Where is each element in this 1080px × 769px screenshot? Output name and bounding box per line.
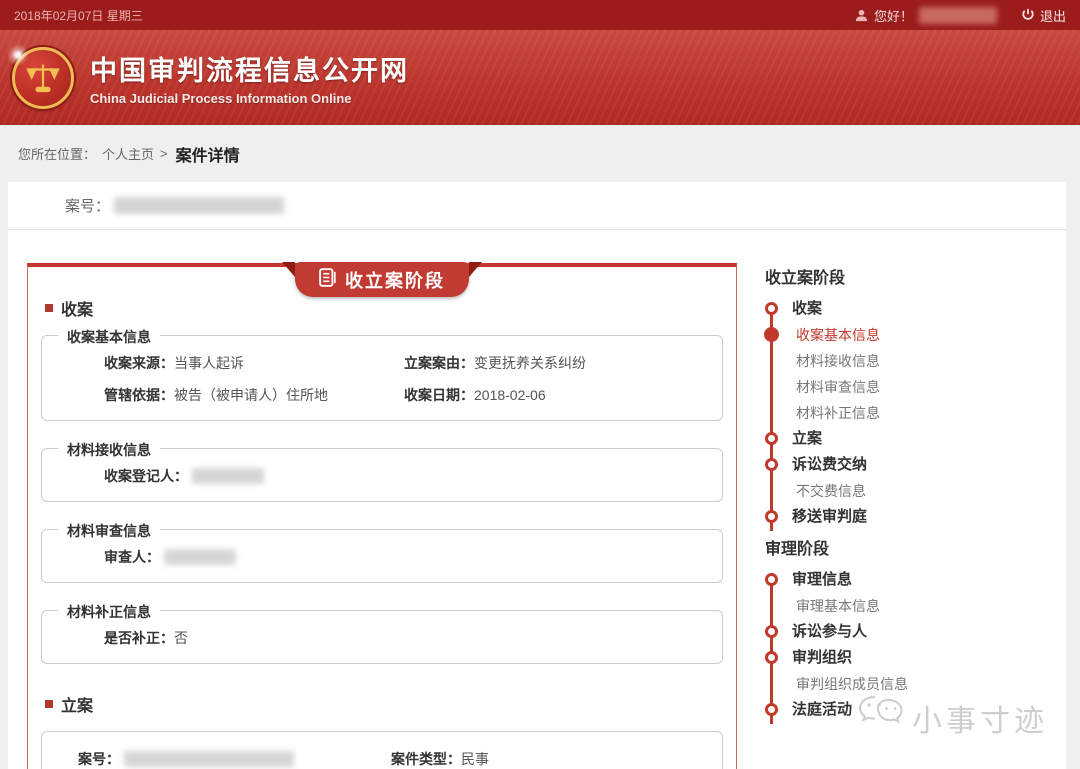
top-bar-user-area: 您好！ 退出	[855, 6, 1066, 25]
power-icon	[1021, 8, 1035, 22]
field-correction-needed: 是否补正： 否	[104, 628, 404, 648]
fieldset-filing-info: 案号： 案件类型： 民事 审判程序： 一审 立案部门： 立案庭	[41, 731, 723, 769]
timeline-item-material-review[interactable]: 材料审查信息	[765, 379, 908, 395]
timeline-item-shouan[interactable]: 收案	[765, 301, 908, 317]
fieldset-case-basic-info: 收案基本信息 收案来源： 当事人起诉 立案案由： 变更抚养关系纠纷 管辖依据： …	[41, 335, 723, 421]
user-icon	[855, 9, 868, 22]
field-jurisdiction-basis: 管辖依据： 被告（被申请人）住所地	[104, 385, 404, 405]
section-title-shouan: 收案	[45, 296, 723, 320]
current-date: 2018年02月07日 星期三	[14, 7, 143, 24]
timeline-item-material-receive[interactable]: 材料接收信息	[765, 353, 908, 369]
timeline-item-material-correction[interactable]: 材料补正信息	[765, 405, 908, 421]
phase-header-shoulian: 收立案阶段	[765, 264, 908, 288]
fieldset-legend: 收案基本信息	[58, 327, 160, 347]
timeline-item-trial-organization[interactable]: 审判组织	[765, 650, 908, 666]
watermark: 小事寸迹	[858, 695, 1048, 741]
phase-header-shenli: 审理阶段	[765, 535, 908, 559]
stage-ribbon: 收立案阶段	[295, 262, 469, 297]
field-receive-date: 收案日期： 2018-02-06	[404, 385, 704, 405]
timeline-item-participants[interactable]: 诉讼参与人	[765, 624, 908, 640]
breadcrumb-home-link[interactable]: 个人主页	[102, 144, 154, 163]
case-number-label: 案号：	[65, 195, 110, 216]
logout-button[interactable]: 退出	[1021, 6, 1066, 25]
logout-label: 退出	[1040, 6, 1066, 25]
timeline-item-trial-basic-info[interactable]: 审理基本信息	[765, 598, 908, 614]
breadcrumb-current: 案件详情	[176, 142, 240, 166]
fieldset-legend: 材料审查信息	[58, 521, 160, 541]
field-case-source: 收案来源： 当事人起诉	[104, 353, 404, 373]
breadcrumb: 您所在位置： 个人主页 > 案件详情	[0, 125, 1080, 182]
watermark-text: 小事寸迹	[912, 696, 1048, 740]
registrar-redacted	[192, 468, 264, 484]
site-header: 中国审判流程信息公开网 China Judicial Process Infor…	[0, 30, 1080, 125]
site-subtitle: China Judicial Process Information Onlin…	[90, 91, 409, 106]
wechat-icon	[858, 695, 904, 741]
field-case-type: 案件类型： 民事	[391, 749, 704, 769]
fieldset-material-receive-info: 材料接收信息 收案登记人：	[41, 448, 723, 502]
site-title: 中国审判流程信息公开网	[90, 49, 409, 88]
field-reviewer: 审查人：	[104, 547, 404, 567]
fieldset-material-review-info: 材料审查信息 审查人：	[41, 529, 723, 583]
section-title-lian: 立案	[45, 692, 723, 716]
top-bar: 2018年02月07日 星期三 您好！ 退出	[0, 0, 1080, 30]
red-square-bullet	[45, 304, 53, 312]
field-filing-cause: 立案案由： 变更抚养关系纠纷	[404, 353, 704, 373]
fieldset-material-correction-info: 材料补正信息 是否补正： 否	[41, 610, 723, 664]
timeline-group-filing: 收案 收案基本信息 材料接收信息 材料审查信息 材料补正信息 立案 诉讼费交纳 …	[765, 301, 908, 525]
case-number-redacted	[114, 197, 284, 214]
greeting-link[interactable]: 您好！	[874, 6, 913, 25]
document-icon	[319, 268, 336, 292]
court-emblem-logo[interactable]	[12, 47, 74, 109]
breadcrumb-separator: >	[160, 146, 168, 161]
field-registrar: 收案登记人：	[104, 466, 404, 486]
case-detail-card: 案号： 收立案阶段 收案	[8, 182, 1066, 769]
breadcrumb-prefix: 您所在位置：	[18, 144, 96, 163]
reviewer-redacted	[164, 549, 236, 565]
stage-ribbon-label: 收立案阶段	[345, 267, 445, 293]
case-number-bar: 案号：	[8, 182, 1066, 230]
timeline-item-no-fee-info[interactable]: 不交费信息	[765, 483, 908, 499]
username-redacted	[919, 7, 997, 24]
timeline-item-trial-org-members[interactable]: 审判组织成员信息	[765, 676, 908, 692]
timeline-item-transfer-court[interactable]: 移送审判庭	[765, 509, 908, 525]
red-square-bullet	[45, 700, 53, 708]
fieldset-legend: 材料补正信息	[58, 602, 160, 622]
stage-timeline-sidebar: 收立案阶段 收案 收案基本信息 材料接收信息 材料审查信息 材料补正信息 立案 …	[765, 263, 908, 769]
stage-detail-panel: 收立案阶段 收案 收案基本信息 收案来源： 当事人起诉 立案案由： 变更抚养关系…	[27, 263, 737, 769]
fieldset-legend: 材料接收信息	[58, 440, 160, 460]
filing-case-number-redacted	[124, 751, 294, 767]
timeline-item-litigation-fee[interactable]: 诉讼费交纳	[765, 457, 908, 473]
field-filing-case-number: 案号：	[78, 749, 391, 769]
timeline-item-lian[interactable]: 立案	[765, 431, 908, 447]
timeline-item-trial-info[interactable]: 审理信息	[765, 572, 908, 588]
timeline-item-shouan-basic-info[interactable]: 收案基本信息	[765, 327, 908, 343]
